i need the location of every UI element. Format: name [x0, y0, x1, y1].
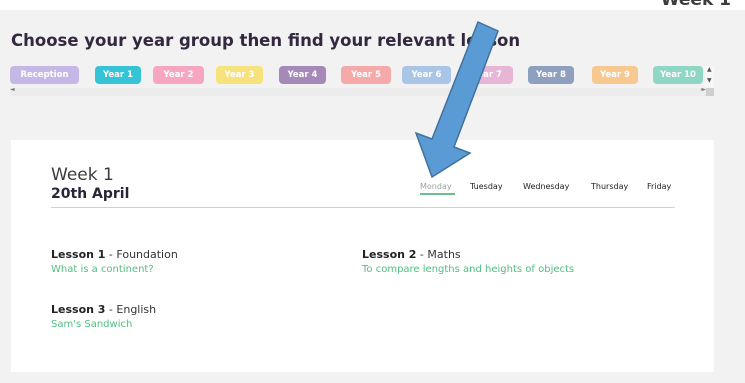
week-date: 20th April [51, 186, 130, 202]
tab-tuesday[interactable]: Tuesday [470, 182, 503, 191]
lesson-card[interactable]: Lesson 3 - English Sam's Sandwich [51, 303, 156, 330]
year-button-10[interactable]: Year 10 [653, 66, 703, 84]
week-card: Week 1 20th April Monday Tuesday Wednesd… [11, 140, 714, 372]
tab-thursday[interactable]: Thursday [591, 182, 628, 191]
tab-friday[interactable]: Friday [647, 182, 671, 191]
lesson-topic-link[interactable]: Sam's Sandwich [51, 319, 156, 330]
week-title: Week 1 [51, 165, 114, 185]
year-button-6[interactable]: Year 6 [402, 66, 451, 84]
active-tab-indicator [420, 193, 455, 195]
lesson-card[interactable]: Lesson 2 - Maths To compare lengths and … [362, 248, 574, 275]
lesson-number: Lesson 1 [51, 248, 106, 261]
scroll-down-icon[interactable]: ▼ [707, 77, 712, 84]
year-button-4[interactable]: Year 4 [279, 66, 326, 84]
year-button-7[interactable]: Year 7 [461, 66, 513, 84]
divider [51, 207, 675, 208]
lesson-title: Lesson 3 - English [51, 303, 156, 316]
year-button-5[interactable]: Year 5 [341, 66, 391, 84]
tab-monday[interactable]: Monday [420, 182, 452, 191]
scroll-thumb[interactable] [706, 88, 714, 96]
lesson-number: Lesson 2 [362, 248, 417, 261]
lesson-subject: - Maths [416, 248, 461, 261]
week-heading-partial: Week 1 [660, 0, 731, 10]
lesson-subject: - Foundation [105, 248, 178, 261]
horizontal-scrollbar[interactable]: ◄ ► [10, 86, 714, 96]
year-button-8[interactable]: Year 8 [528, 66, 574, 84]
year-button-3[interactable]: Year 3 [216, 66, 263, 84]
year-group-list: Reception Year 1 Year 2 Year 3 Year 4 Ye… [10, 66, 706, 86]
year-button-9[interactable]: Year 9 [592, 66, 638, 84]
year-button-reception[interactable]: Reception [10, 66, 79, 84]
year-button-2[interactable]: Year 2 [153, 66, 204, 84]
scroll-up-icon[interactable]: ▲ [707, 66, 712, 73]
scroll-left-icon[interactable]: ◄ [10, 86, 15, 93]
lesson-number: Lesson 3 [51, 303, 106, 316]
lesson-subject: - English [105, 303, 157, 316]
lesson-topic-link[interactable]: To compare lengths and heights of object… [362, 264, 574, 275]
lesson-card[interactable]: Lesson 1 - Foundation What is a continen… [51, 248, 178, 275]
top-strip [0, 0, 745, 10]
lesson-title: Lesson 2 - Maths [362, 248, 574, 261]
lesson-title: Lesson 1 - Foundation [51, 248, 178, 261]
year-button-1[interactable]: Year 1 [95, 66, 141, 84]
lesson-topic-link[interactable]: What is a continent? [51, 264, 178, 275]
tab-wednesday[interactable]: Wednesday [523, 182, 569, 191]
vertical-scrollbar[interactable]: ▲ ▼ [705, 66, 714, 88]
page-heading: Choose your year group then find your re… [11, 31, 521, 50]
